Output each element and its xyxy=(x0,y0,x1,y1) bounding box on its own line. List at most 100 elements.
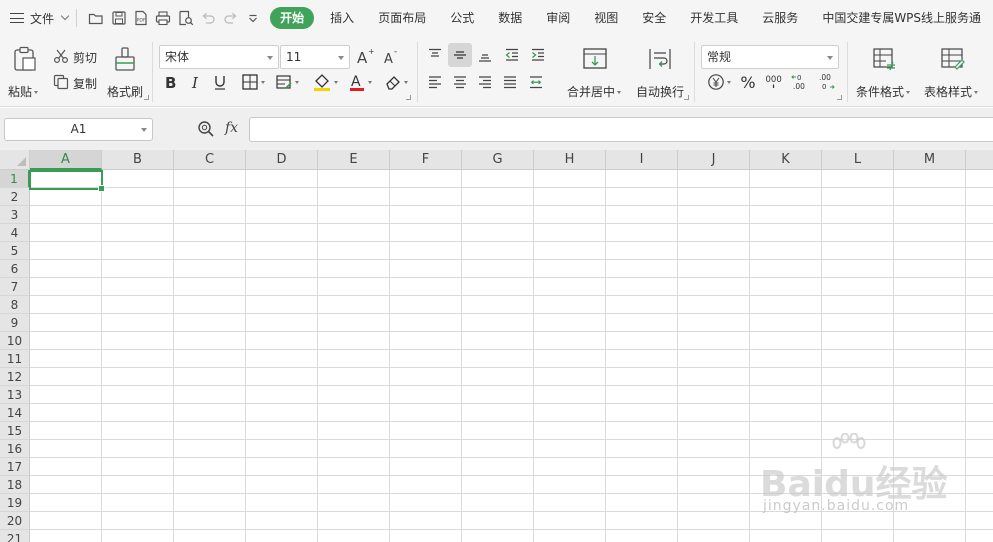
number-dialog-launcher[interactable] xyxy=(837,95,842,100)
column-header-b[interactable]: B xyxy=(102,150,174,170)
tab-page-layout[interactable]: 页面布局 xyxy=(366,7,438,29)
bold-button[interactable]: B xyxy=(161,72,181,92)
column-header-d[interactable]: D xyxy=(246,150,318,170)
select-all-button[interactable] xyxy=(0,150,30,170)
align-middle-button[interactable] xyxy=(448,43,472,67)
format-painter-button[interactable]: 格式刷 xyxy=(105,44,145,102)
save-icon[interactable] xyxy=(107,6,129,30)
formula-input[interactable] xyxy=(249,117,993,142)
underline-button[interactable] xyxy=(210,72,230,92)
column-header-g[interactable]: G xyxy=(462,150,534,170)
font-dialog-launcher[interactable] xyxy=(406,95,411,100)
row-header-8[interactable]: 8 xyxy=(0,296,30,314)
merge-center-button[interactable]: 合并居中 xyxy=(565,44,627,102)
undo-icon[interactable] xyxy=(197,6,219,30)
tab-formulas[interactable]: 公式 xyxy=(438,7,486,29)
open-folder-icon[interactable] xyxy=(85,6,107,30)
align-left-button[interactable] xyxy=(425,72,445,92)
conditional-format-button[interactable]: 条件格式 xyxy=(854,44,916,102)
row-header-9[interactable]: 9 xyxy=(0,314,30,332)
tab-insert[interactable]: 插入 xyxy=(318,7,366,29)
tab-review[interactable]: 审阅 xyxy=(534,7,582,29)
align-center-button[interactable] xyxy=(450,72,470,92)
customize-toolbar-icon[interactable] xyxy=(242,6,264,30)
zoom-icon[interactable] xyxy=(197,120,215,138)
align-right-button[interactable] xyxy=(475,72,495,92)
tab-cloud-services[interactable]: 云服务 xyxy=(750,7,810,29)
active-cell-selection[interactable] xyxy=(29,170,105,192)
row-header-7[interactable]: 7 xyxy=(0,278,30,296)
copy-button[interactable]: 复制 xyxy=(53,73,101,91)
tab-developer[interactable]: 开发工具 xyxy=(678,7,750,29)
wrap-text-button[interactable]: 自动换行 xyxy=(634,44,688,102)
row-header-3[interactable]: 3 xyxy=(0,206,30,224)
column-header-h[interactable]: H xyxy=(534,150,606,170)
align-bottom-button[interactable] xyxy=(475,45,495,65)
column-header-j[interactable]: J xyxy=(678,150,750,170)
percent-style-button[interactable]: % xyxy=(738,72,758,92)
redo-icon[interactable] xyxy=(219,6,241,30)
row-header-12[interactable]: 12 xyxy=(0,368,30,386)
fill-color-button[interactable] xyxy=(309,71,341,93)
row-header-14[interactable]: 14 xyxy=(0,404,30,422)
decrease-decimal-button[interactable]: .00 0 xyxy=(816,72,838,94)
font-color-button[interactable]: A xyxy=(345,71,375,93)
column-header-overflow[interactable] xyxy=(966,150,993,170)
row-header-18[interactable]: 18 xyxy=(0,476,30,494)
paste-button[interactable]: 粘贴 xyxy=(8,44,42,102)
currency-format-button[interactable] xyxy=(704,72,734,92)
increase-indent-button[interactable] xyxy=(528,45,548,65)
row-header-1[interactable]: 1 xyxy=(0,170,30,188)
column-header-e[interactable]: E xyxy=(318,150,390,170)
justify-button[interactable] xyxy=(500,72,520,92)
increase-decimal-button[interactable]: 0.00 xyxy=(790,72,812,94)
export-pdf-icon[interactable]: PDF xyxy=(130,6,152,30)
row-header-10[interactable]: 10 xyxy=(0,332,30,350)
table-style-button[interactable]: 表格样式 xyxy=(922,44,984,102)
row-header-5[interactable]: 5 xyxy=(0,242,30,260)
row-header-15[interactable]: 15 xyxy=(0,422,30,440)
insert-function-button[interactable]: fx xyxy=(225,120,238,136)
print-preview-icon[interactable] xyxy=(175,6,197,30)
row-header-11[interactable]: 11 xyxy=(0,350,30,368)
row-header-19[interactable]: 19 xyxy=(0,494,30,512)
font-name-select[interactable]: 宋体 xyxy=(159,45,279,69)
column-header-l[interactable]: L xyxy=(822,150,894,170)
tab-company-wps-service[interactable]: 中国交建专属WPS线上服务通 xyxy=(810,7,993,29)
clipboard-dialog-launcher[interactable] xyxy=(144,95,149,100)
increase-font-size-button[interactable]: A + xyxy=(356,46,376,66)
print-icon[interactable] xyxy=(152,6,174,30)
cut-button[interactable]: 剪切 xyxy=(53,47,101,65)
column-header-k[interactable]: K xyxy=(750,150,822,170)
row-header-13[interactable]: 13 xyxy=(0,386,30,404)
column-header-a[interactable]: A xyxy=(30,150,102,170)
column-header-f[interactable]: F xyxy=(390,150,462,170)
font-size-select[interactable]: 11 xyxy=(280,45,350,69)
column-header-m[interactable]: M xyxy=(894,150,966,170)
row-header-20[interactable]: 20 xyxy=(0,512,30,530)
align-top-button[interactable] xyxy=(425,45,445,65)
number-format-select[interactable]: 常规 xyxy=(701,45,839,69)
decrease-indent-button[interactable] xyxy=(502,45,522,65)
tab-data[interactable]: 数据 xyxy=(486,7,534,29)
alignment-dialog-launcher[interactable] xyxy=(684,95,689,100)
column-header-i[interactable]: I xyxy=(606,150,678,170)
tab-view[interactable]: 视图 xyxy=(582,7,630,29)
row-header-21[interactable]: 21 xyxy=(0,530,30,542)
tab-home[interactable]: 开始 xyxy=(270,7,315,29)
decrease-font-size-button[interactable]: A- xyxy=(382,46,402,66)
name-box[interactable]: A1 xyxy=(4,118,153,141)
borders-button[interactable] xyxy=(238,72,268,92)
distributed-align-button[interactable] xyxy=(526,72,546,92)
spreadsheet-grid[interactable]: ABCDEFGHIJKLM 1 2 3 4 5 6 7 8 9 10 11 12 13 14 15 16 17 1… xyxy=(0,150,993,542)
tab-security[interactable]: 安全 xyxy=(630,7,678,29)
row-header-16[interactable]: 16 xyxy=(0,440,30,458)
column-header-c[interactable]: C xyxy=(174,150,246,170)
row-header-2[interactable]: 2 xyxy=(0,188,30,206)
thousands-separator-button[interactable]: 000 xyxy=(763,72,785,92)
cell-style-button[interactable] xyxy=(272,72,302,92)
file-menu-button[interactable]: 文件 xyxy=(0,0,70,36)
row-header-6[interactable]: 6 xyxy=(0,260,30,278)
clear-format-button[interactable] xyxy=(381,71,411,93)
italic-button[interactable]: I xyxy=(186,72,206,92)
